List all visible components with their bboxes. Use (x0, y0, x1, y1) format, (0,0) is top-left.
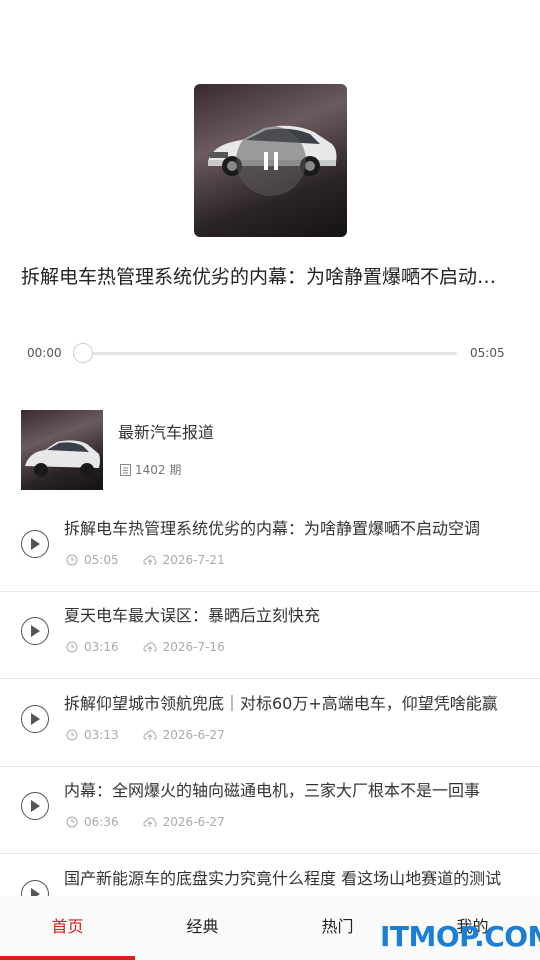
episode-item[interactable]: 拆解电车热管理系统优劣的内幕：为啥静置爆嗮不启动空调 05:05 2026-7-… (0, 505, 540, 592)
clock-icon (66, 554, 78, 566)
episode-duration: 03:16 (84, 640, 119, 654)
tab-label: 热门 (321, 917, 354, 936)
upload-icon (143, 555, 157, 565)
play-icon (31, 713, 40, 725)
episode-date: 2026-7-16 (162, 640, 225, 654)
album-name[interactable]: 最新汽车报道 (118, 419, 214, 443)
tab-label: 经典 (186, 917, 219, 936)
tab-home[interactable]: 首页 (0, 896, 135, 960)
play-button[interactable] (21, 530, 49, 558)
episode-title: 夏天电车最大误区：暴晒后立刻快充 (64, 606, 321, 625)
clock-icon (66, 641, 78, 653)
episode-duration: 06:36 (84, 815, 119, 829)
active-tab-indicator (0, 956, 135, 960)
episode-title: 拆解电车热管理系统优劣的内幕：为啥静置爆嗮不启动空调 (64, 519, 481, 538)
episode-meta: 03:13 2026-6-27 (66, 728, 225, 742)
episode-date: 2026-6-27 (162, 815, 225, 829)
upload-icon (143, 642, 157, 652)
list-icon (120, 463, 131, 476)
current-time: 00:00 (27, 346, 62, 360)
play-button[interactable] (21, 617, 49, 645)
episode-duration: 05:05 (84, 553, 119, 567)
episode-title: 内幕：全网爆火的轴向磁通电机，三家大厂根本不是一回事 (64, 781, 481, 800)
episode-title: 国产新能源车的底盘实力究竟什么程度 看这场山地赛道的测试 (64, 869, 502, 888)
episode-meta: 03:16 2026-7-16 (66, 640, 225, 654)
episode-date: 2026-6-27 (162, 728, 225, 742)
episode-meta: 05:05 2026-7-21 (66, 553, 225, 567)
upload-icon (143, 817, 157, 827)
episode-count-label: 1402 期 (135, 463, 182, 477)
episode-item[interactable]: 拆解仰望城市领航兜底｜对标60万+高端电车，仰望凭啥能赢 03:13 2026-… (0, 680, 540, 767)
tab-label: 首页 (51, 917, 84, 936)
upload-icon (143, 730, 157, 740)
progress-knob[interactable] (73, 343, 93, 363)
car-thumbnail-image (25, 440, 100, 477)
episode-date: 2026-7-21 (162, 553, 225, 567)
play-icon (31, 538, 40, 550)
play-icon (31, 625, 40, 637)
play-button[interactable] (21, 705, 49, 733)
tab-classic[interactable]: 经典 (135, 896, 270, 960)
pause-button[interactable] (236, 126, 306, 196)
progress-bar[interactable] (84, 352, 457, 355)
episode-count: 1402 期 (120, 461, 181, 478)
episode-title: 拆解仰望城市领航兜底｜对标60万+高端电车，仰望凭啥能赢 (64, 694, 498, 713)
episode-item[interactable]: 夏天电车最大误区：暴晒后立刻快充 03:16 2026-7-16 (0, 592, 540, 679)
watermark: ITMOP.COM (380, 920, 540, 953)
episode-item[interactable]: 内幕：全网爆火的轴向磁通电机，三家大厂根本不是一回事 06:36 2026-6-… (0, 767, 540, 854)
play-button[interactable] (21, 792, 49, 820)
episode-meta: 06:36 2026-6-27 (66, 815, 225, 829)
album-thumbnail[interactable] (21, 410, 103, 490)
clock-icon (66, 729, 78, 741)
duration-time: 05:05 (470, 346, 505, 360)
pause-icon (264, 152, 278, 170)
play-icon (31, 800, 40, 812)
episode-duration: 03:13 (84, 728, 119, 742)
clock-icon (66, 816, 78, 828)
now-playing-title: 拆解电车热管理系统优劣的内幕：为啥静置爆嗮不启动空调 (21, 266, 511, 288)
